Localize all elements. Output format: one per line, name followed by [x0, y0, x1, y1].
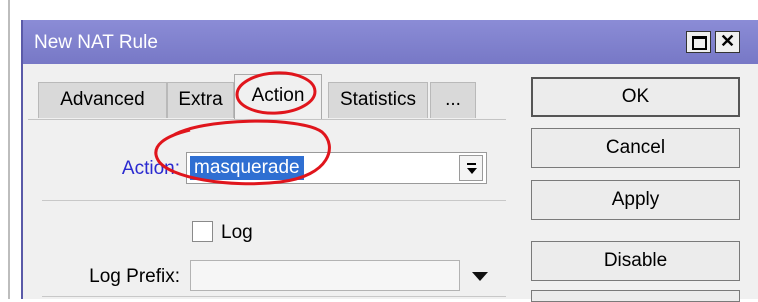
action-label: Action:	[121, 158, 180, 179]
dropdown-arrow-icon[interactable]	[459, 155, 483, 181]
disable-button[interactable]: Disable	[531, 241, 740, 281]
log-checkbox-label: Log	[221, 222, 253, 243]
action-tab-panel: Action: masquerade Log Log Prefix:	[28, 119, 506, 300]
tab-more[interactable]: ...	[430, 82, 476, 118]
close-icon[interactable]: ✕	[715, 31, 740, 53]
cancel-button[interactable]: Cancel	[531, 128, 740, 168]
next-button-partial[interactable]	[531, 290, 740, 302]
tab-statistics[interactable]: Statistics	[328, 82, 428, 118]
window-titlebar[interactable]: New NAT Rule ✕	[23, 20, 758, 64]
log-prefix-input[interactable]	[190, 260, 460, 291]
chevron-down-icon[interactable]	[472, 272, 488, 281]
log-prefix-label: Log Prefix:	[89, 266, 180, 287]
maximize-icon[interactable]	[686, 31, 711, 53]
log-checkbox[interactable]	[192, 221, 213, 242]
background-edge-line	[8, 0, 10, 299]
ok-button[interactable]: OK	[531, 77, 740, 117]
tab-advanced[interactable]: Advanced	[38, 82, 167, 118]
apply-button[interactable]: Apply	[531, 180, 740, 220]
action-selected-value: masquerade	[190, 156, 304, 180]
window-title: New NAT Rule	[34, 32, 158, 53]
new-nat-rule-window: New NAT Rule ✕ Advanced Extra Action Sta…	[21, 20, 758, 302]
action-select[interactable]: masquerade	[186, 152, 487, 184]
divider	[42, 200, 506, 201]
tab-extra[interactable]: Extra	[167, 82, 234, 118]
divider	[42, 296, 506, 297]
tab-action[interactable]: Action	[234, 74, 322, 120]
